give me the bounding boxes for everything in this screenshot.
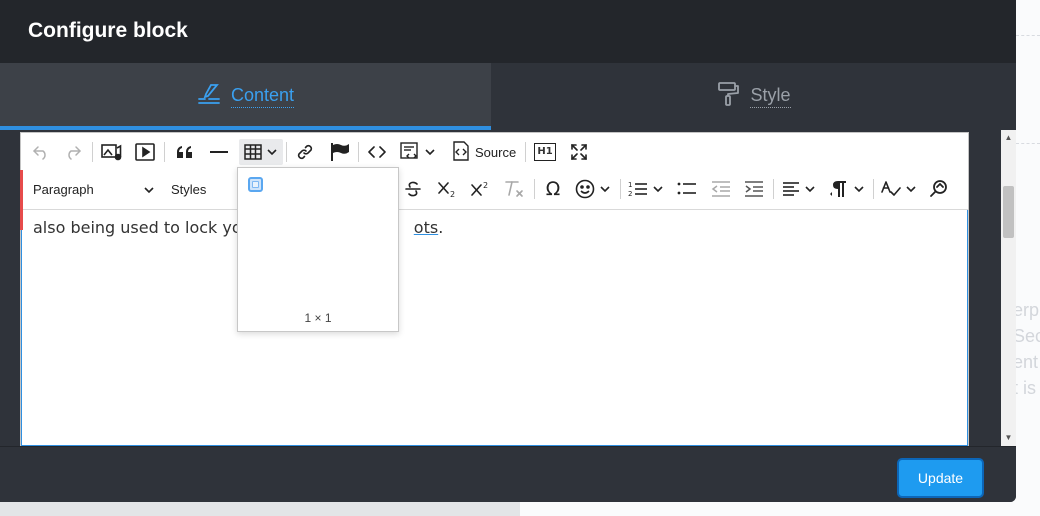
background-image <box>0 502 520 516</box>
toolbar-separator <box>286 142 287 162</box>
editor-toolbar: Source H1 Paragraph Styles 2 2 Ω 1 2 <box>21 133 968 210</box>
toolbar-separator <box>534 179 535 199</box>
modal-footer <box>0 446 1016 502</box>
heading-badge: H1 <box>534 143 556 161</box>
find-replace-icon[interactable] <box>927 176 951 202</box>
scroll-up-icon[interactable]: ▲ <box>1001 132 1016 144</box>
table-grid-cell[interactable] <box>248 177 263 192</box>
tab-content[interactable]: Content <box>0 63 491 130</box>
numbered-list-icon[interactable]: 12 <box>626 176 666 202</box>
toolbar-separator <box>164 142 165 162</box>
scroll-thumb[interactable] <box>1003 186 1014 238</box>
horizontal-line-icon[interactable] <box>207 139 231 165</box>
strikethrough-icon[interactable] <box>401 176 425 202</box>
toolbar-separator <box>620 179 621 199</box>
media-icon[interactable] <box>133 139 157 165</box>
rich-text-editor: Source H1 Paragraph Styles 2 2 Ω 1 2 als… <box>20 132 969 446</box>
emoji-icon[interactable] <box>574 176 612 202</box>
toolbar-separator <box>873 179 874 199</box>
scroll-down-icon[interactable]: ▼ <box>1001 432 1016 444</box>
link-icon[interactable] <box>293 139 317 165</box>
source-label: Source <box>475 144 517 160</box>
bulleted-list-icon[interactable] <box>675 176 699 202</box>
bookmark-icon[interactable] <box>326 139 352 165</box>
background-text: Sec <box>1013 326 1040 346</box>
paragraph-text: also being used to lock you <box>33 218 252 237</box>
toolbar-separator <box>92 142 93 162</box>
chevron-down-icon <box>143 182 155 197</box>
redo-icon[interactable] <box>61 139 85 165</box>
svg-text:1: 1 <box>628 181 632 189</box>
tab-style[interactable]: Style <box>491 63 1016 130</box>
paint-roller-icon <box>716 81 742 112</box>
toolbar-separator <box>358 142 359 162</box>
text-direction-icon[interactable] <box>827 176 867 202</box>
modal-title: Configure block <box>28 19 188 42</box>
subscript-icon[interactable]: 2 <box>435 176 459 202</box>
remove-format-icon[interactable] <box>502 176 526 202</box>
superscript-icon[interactable]: 2 <box>468 176 492 202</box>
outdent-icon[interactable] <box>709 176 733 202</box>
background-divider <box>1016 143 1040 144</box>
fullscreen-icon[interactable] <box>567 139 591 165</box>
spell-check-icon[interactable] <box>879 176 919 202</box>
toolbar-separator <box>525 142 526 162</box>
block-marker <box>20 170 23 230</box>
editor-content-area[interactable]: also being used to lock you ots. <box>20 170 968 446</box>
svg-text:2: 2 <box>483 181 488 190</box>
indent-icon[interactable] <box>742 176 766 202</box>
svg-text:2: 2 <box>628 190 632 198</box>
source-editing-icon <box>451 140 471 164</box>
special-characters-icon[interactable]: Ω <box>541 176 565 202</box>
modal-tabs: Content Style <box>0 63 1016 130</box>
code-icon[interactable] <box>365 139 389 165</box>
paragraph-text-end: . <box>438 218 444 237</box>
insert-table-dropdown: 1 × 1 <box>237 167 399 332</box>
styles-select[interactable]: Styles <box>167 176 237 202</box>
html-embed-icon[interactable] <box>399 139 437 165</box>
source-button[interactable]: Source <box>451 139 516 165</box>
table-size-label: 1 × 1 <box>304 311 332 325</box>
modal-scrollbar[interactable]: ▲ ▼ <box>1001 130 1016 446</box>
align-icon[interactable] <box>779 176 819 202</box>
table-icon[interactable] <box>239 139 283 165</box>
background-text: erp <box>1013 300 1040 320</box>
tab-style-label: Style <box>750 85 791 108</box>
blockquote-icon[interactable] <box>173 139 197 165</box>
background-text: t is <box>1013 378 1037 398</box>
edit-lines-icon <box>197 82 223 111</box>
toolbar-row-1: Source H1 <box>21 133 968 171</box>
undo-icon[interactable] <box>29 139 53 165</box>
styles-label: Styles <box>171 181 207 197</box>
update-button[interactable]: Update <box>897 458 984 498</box>
background-divider <box>1016 35 1040 36</box>
toolbar-separator <box>773 179 774 199</box>
background-text: ent <box>1013 352 1039 372</box>
paragraph-link[interactable]: ots <box>414 218 438 237</box>
modal-header: Configure block <box>0 0 1016 63</box>
tab-content-label: Content <box>230 85 295 108</box>
paragraph-label: Paragraph <box>33 181 94 197</box>
toolbar-row-2: Paragraph Styles 2 2 Ω 1 2 <box>21 170 968 208</box>
paragraph-select[interactable]: Paragraph <box>29 176 159 202</box>
image-icon[interactable] <box>99 139 125 165</box>
heading-icon[interactable]: H1 <box>533 139 557 165</box>
svg-text:2: 2 <box>450 190 455 198</box>
